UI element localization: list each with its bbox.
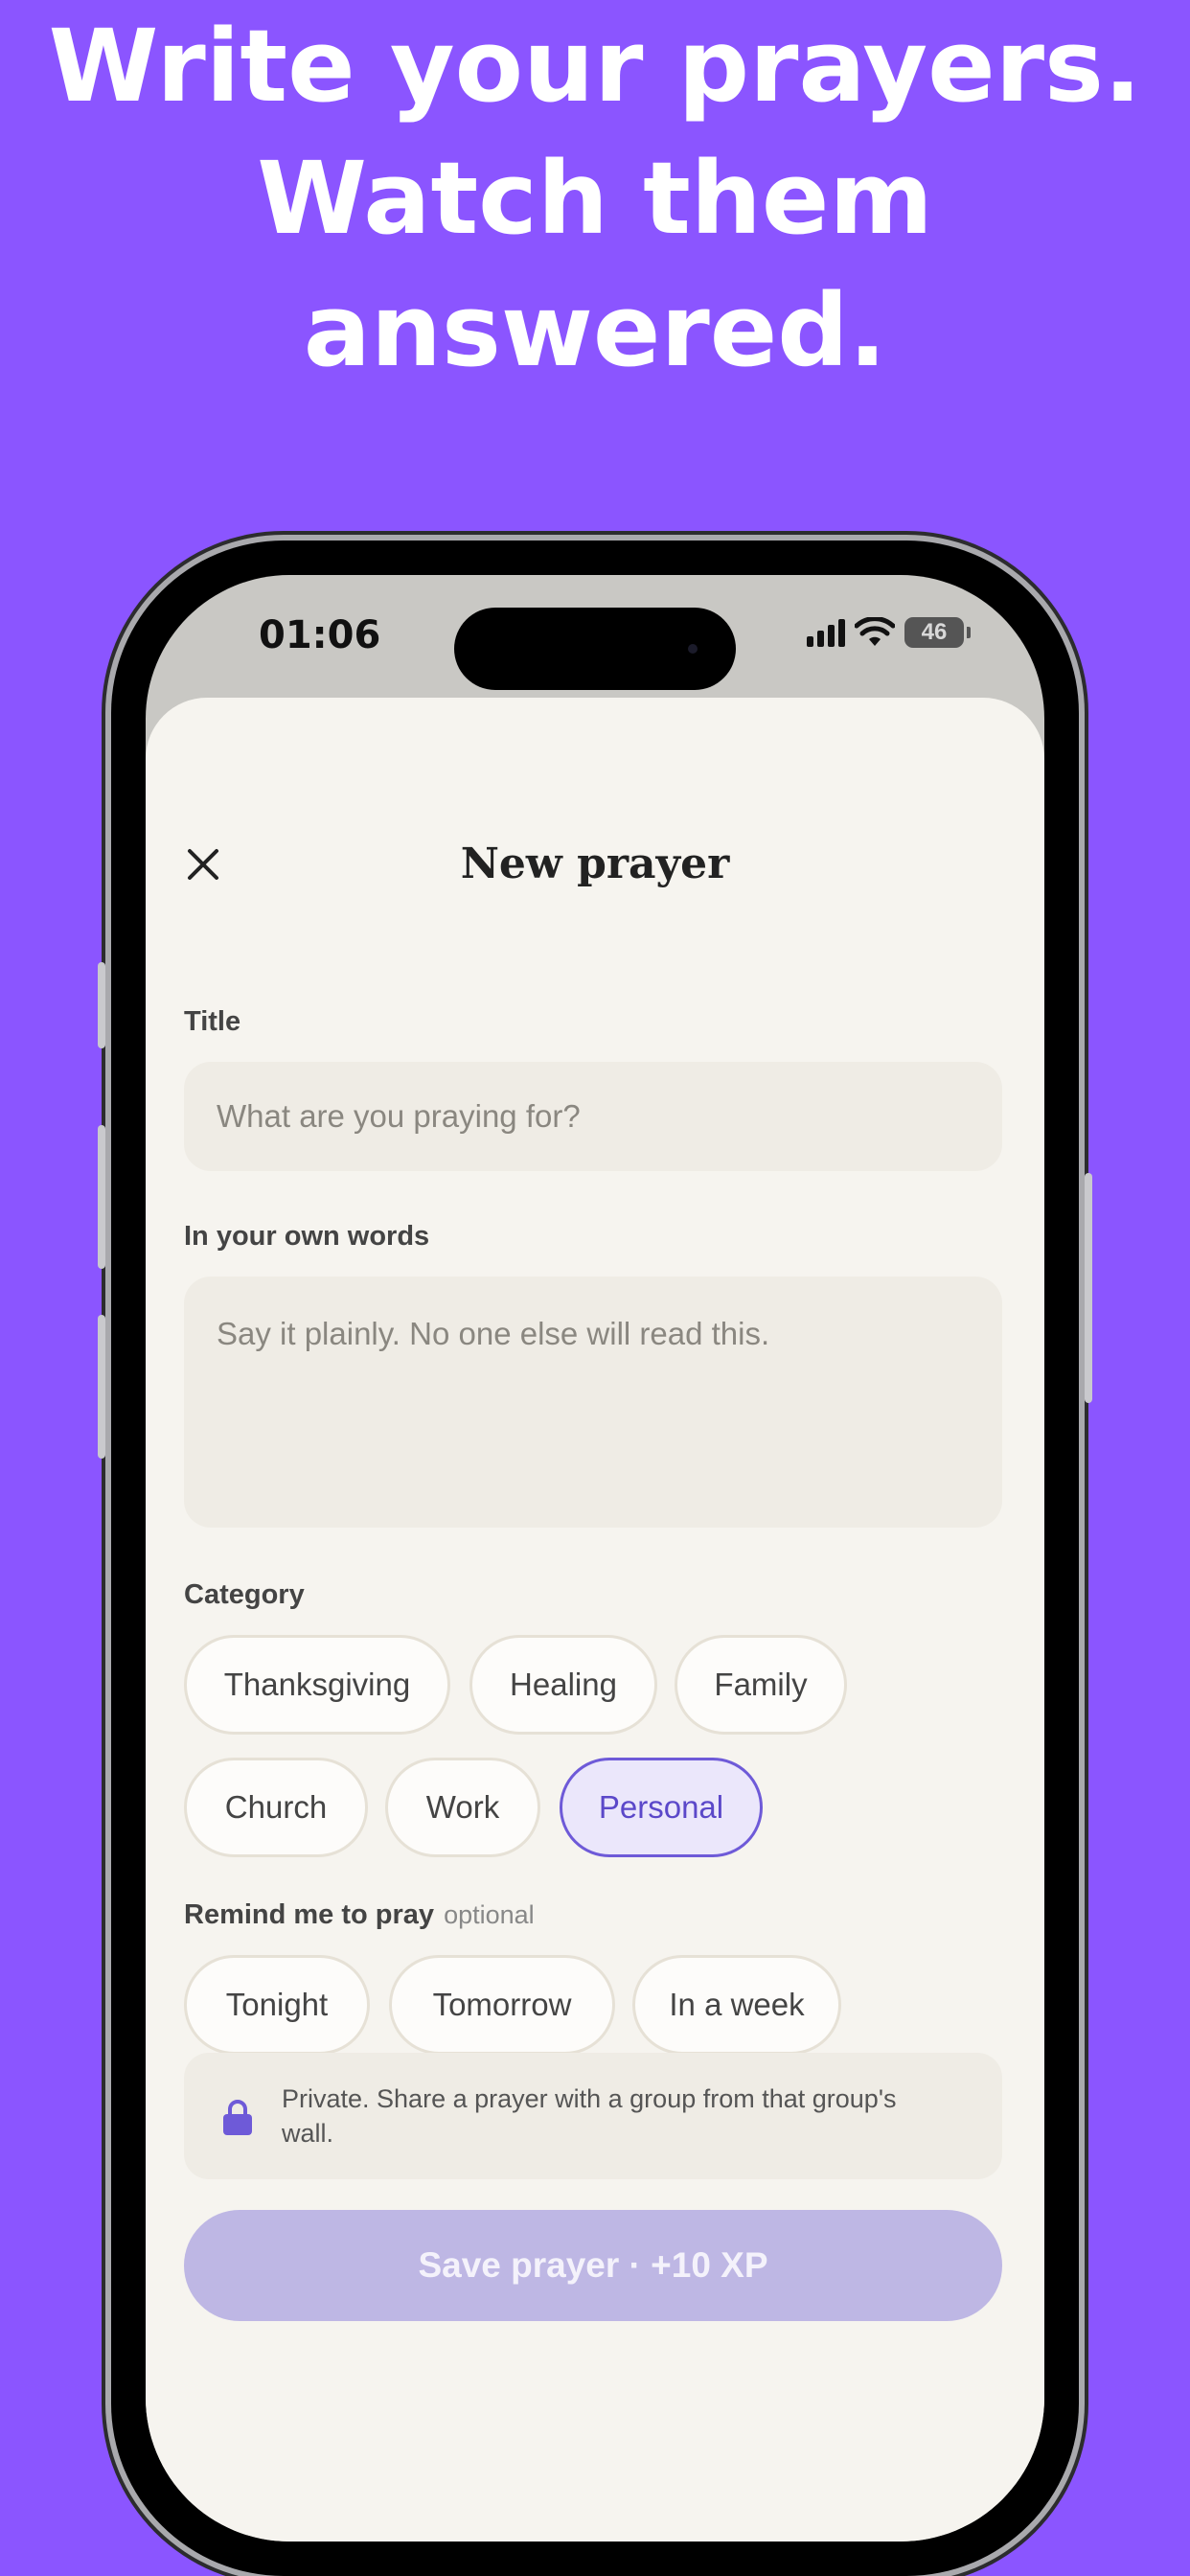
phone-frame: 01:06 46 New prayer Title What are you p…	[98, 540, 1092, 2576]
remind-label-text: Remind me to pray	[184, 1899, 435, 1930]
category-chip-work[interactable]: Work	[385, 1758, 540, 1857]
remind-label: Remind me to pray optional	[184, 1899, 535, 1931]
category-chip-personal[interactable]: Personal	[560, 1758, 763, 1857]
lock-icon	[223, 2100, 252, 2135]
category-label: Category	[184, 1579, 305, 1610]
title-input[interactable]: What are you praying for?	[184, 1062, 1002, 1171]
status-icons: 46	[807, 617, 971, 648]
headline-line-2: Watch them	[257, 140, 933, 257]
privacy-notice: Private. Share a prayer with a group fro…	[184, 2053, 1002, 2179]
signal-icon	[807, 618, 845, 647]
power-button	[1085, 1173, 1092, 1403]
status-time: 01:06	[259, 613, 381, 657]
title-label: Title	[184, 1006, 241, 1037]
category-chip-healing[interactable]: Healing	[469, 1635, 657, 1735]
category-chip-family[interactable]: Family	[675, 1635, 847, 1735]
headline-line-1: Write your prayers.	[48, 8, 1142, 125]
screen: 01:06 46 New prayer Title What are you p…	[146, 575, 1044, 2542]
dynamic-island	[454, 608, 736, 690]
remind-chip-tonight[interactable]: Tonight	[184, 1955, 370, 2055]
category-chip-thanksgiving[interactable]: Thanksgiving	[184, 1635, 450, 1735]
headline: Write your prayers. Watch them answered.	[0, 0, 1190, 397]
wifi-icon	[855, 617, 895, 646]
status-bar: 01:06 46	[146, 575, 1044, 700]
remind-optional-text: optional	[444, 1900, 535, 1929]
privacy-note-text: Private. Share a prayer with a group fro…	[282, 2084, 897, 2148]
volume-down-button	[98, 1315, 105, 1459]
headline-line-3: answered.	[303, 272, 887, 389]
remind-chip-in-a-week[interactable]: In a week	[632, 1955, 841, 2055]
remind-chip-tomorrow[interactable]: Tomorrow	[389, 1955, 615, 2055]
battery-icon: 46	[904, 617, 971, 648]
category-chip-church[interactable]: Church	[184, 1758, 368, 1857]
new-prayer-sheet: New prayer Title What are you praying fo…	[146, 698, 1044, 2542]
words-textarea[interactable]: Say it plainly. No one else will read th…	[184, 1276, 1002, 1528]
save-prayer-button[interactable]: Save prayer · +10 XP	[184, 2210, 1002, 2321]
sheet-title: New prayer	[460, 840, 730, 888]
action-button	[98, 962, 105, 1048]
volume-up-button	[98, 1125, 105, 1269]
words-label: In your own words	[184, 1221, 430, 1252]
